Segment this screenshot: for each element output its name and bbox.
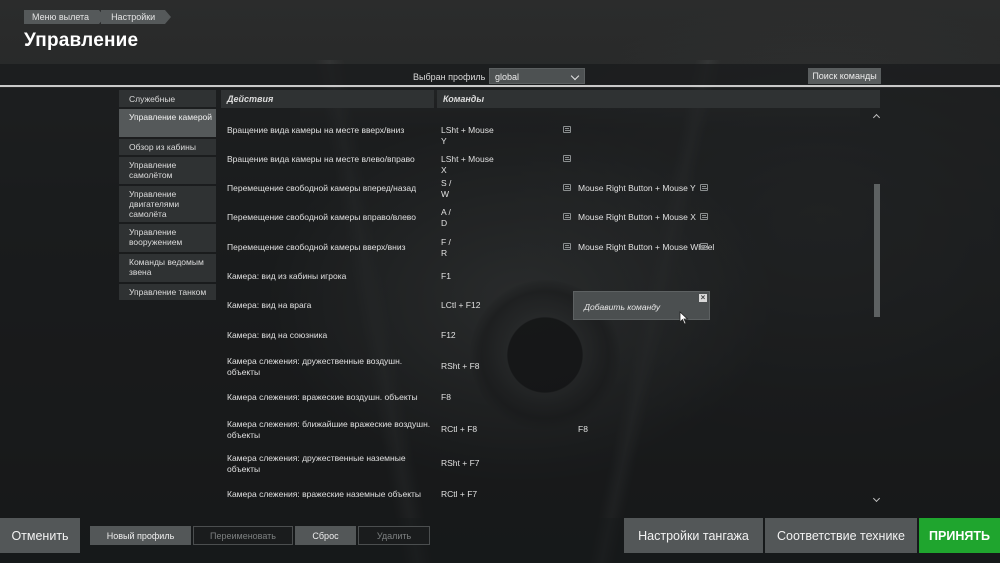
table-row-command[interactable]: RSht + F7 <box>441 458 501 469</box>
table-row-command[interactable]: F / R <box>441 237 455 259</box>
profile-select[interactable]: global <box>489 68 585 84</box>
table-scrollbar[interactable] <box>872 112 881 504</box>
table-row-command[interactable]: RCtl + F7 <box>441 489 501 500</box>
profile-bar-divider <box>0 85 1000 87</box>
add-command-label[interactable]: Добавить команду <box>584 302 660 312</box>
table-row-action[interactable]: Камера слежения: ближайшие вражеские воз… <box>227 419 432 441</box>
keyboard-icon[interactable] <box>563 126 571 133</box>
keyboard-icon[interactable] <box>563 155 571 162</box>
page-title: Управление <box>24 30 139 51</box>
table-row-command-secondary[interactable]: F8 <box>578 424 718 435</box>
profile-select-value: global <box>495 72 520 82</box>
table-row-command[interactable]: F1 <box>441 271 501 282</box>
table-row-action[interactable]: Камера слежения: вражеские воздушн. объе… <box>227 392 432 403</box>
table-row-command[interactable]: F8 <box>441 392 501 403</box>
add-command-popup[interactable]: Добавить команду × <box>573 291 710 320</box>
close-icon[interactable]: × <box>699 294 707 302</box>
scroll-down-icon[interactable] <box>872 494 881 503</box>
profile-bar: Выбран профиль global Поиск команды <box>0 64 1000 87</box>
table-row-command[interactable]: RSht + F8 <box>441 361 501 372</box>
table-row-action[interactable]: Вращение вида камеры на месте вверх/вниз <box>227 125 432 136</box>
table-row-command[interactable]: LSht + Mouse Y <box>441 125 501 147</box>
new-profile-button[interactable]: Новый профиль <box>90 526 191 545</box>
table-row-action[interactable]: Перемещение свободной камеры вверх/вниз <box>227 242 432 253</box>
table-row-command[interactable]: S / W <box>441 178 455 200</box>
sidebar-item-weapons-control[interactable]: Управление вооружением <box>119 224 216 252</box>
rename-button[interactable]: Переименовать <box>193 526 293 545</box>
breadcrumb-item-flight-menu[interactable]: Меню вылета <box>24 10 106 24</box>
mouse-cursor-icon <box>679 311 689 325</box>
profile-label: Выбран профиль <box>413 72 486 82</box>
table-row-command[interactable]: A / D <box>441 207 455 229</box>
sidebar-item-tank-control[interactable]: Управление танком <box>119 284 216 300</box>
reset-button[interactable]: Сброс <box>295 526 356 545</box>
scrollbar-thumb[interactable] <box>874 184 880 317</box>
sidebar-item-aircraft-control[interactable]: Управление самолётом <box>119 157 216 184</box>
delete-button[interactable]: Удалить <box>358 526 430 545</box>
table-row-action[interactable]: Камера слежения: вражеские наземные объе… <box>227 489 432 500</box>
column-header-commands: Команды <box>437 90 880 108</box>
keyboard-icon[interactable] <box>563 213 571 220</box>
keyboard-icon[interactable] <box>563 243 571 250</box>
pitch-settings-button[interactable]: Настройки тангажа <box>624 518 763 553</box>
table-row-action[interactable]: Перемещение свободной камеры вправо/влев… <box>227 212 432 223</box>
sidebar-item-camera-control[interactable]: Управление камерой <box>119 109 216 137</box>
chevron-down-icon <box>570 71 580 81</box>
search-command-button[interactable]: Поиск команды <box>808 68 881 84</box>
table-row-command[interactable]: F12 <box>441 330 501 341</box>
table-row-action[interactable]: Камера слежения: дружественные наземные … <box>227 453 432 475</box>
scroll-up-icon[interactable] <box>872 113 881 122</box>
table-row-command[interactable]: LCtl + F12 <box>441 300 501 311</box>
cancel-button[interactable]: Отменить <box>0 518 80 553</box>
table-row-command-secondary[interactable]: Mouse Right Button + Mouse X <box>578 212 718 223</box>
table-row-action[interactable]: Вращение вида камеры на месте влево/впра… <box>227 154 432 165</box>
sidebar-item-service[interactable]: Служебные <box>119 90 216 107</box>
table-row-action[interactable]: Камера: вид из кабины игрока <box>227 271 432 282</box>
sidebar-item-wingman-commands[interactable]: Команды ведомым звена <box>119 254 216 282</box>
table-row-action[interactable]: Камера: вид на врага <box>227 300 432 311</box>
table-row-action[interactable]: Камера: вид на союзника <box>227 330 432 341</box>
table-row-command-secondary[interactable]: Mouse Right Button + Mouse Y <box>578 183 718 194</box>
sidebar-item-cockpit-view[interactable]: Обзор из кабины <box>119 139 216 155</box>
table-row-command[interactable]: RCtl + F8 <box>441 424 501 435</box>
breadcrumb: Меню вылета Настройки <box>24 10 172 24</box>
match-vehicle-button[interactable]: Соответствие технике <box>765 518 917 553</box>
table-row-action[interactable]: Камера слежения: дружественные воздушн. … <box>227 356 432 378</box>
category-sidebar: Служебные Управление камерой Обзор из ка… <box>119 90 216 302</box>
accept-button[interactable]: ПРИНЯТЬ <box>919 518 1000 553</box>
mouse-icon[interactable] <box>700 243 708 250</box>
breadcrumb-item-settings[interactable]: Настройки <box>101 10 172 24</box>
table-row-command-secondary[interactable]: Mouse Right Button + Mouse Wheel <box>578 242 718 253</box>
keyboard-icon[interactable] <box>563 184 571 191</box>
sidebar-item-engine-control[interactable]: Управление двигателями самолёта <box>119 186 216 222</box>
mouse-icon[interactable] <box>700 213 708 220</box>
table-row-command[interactable]: LSht + Mouse X <box>441 154 501 176</box>
table-row-action[interactable]: Перемещение свободной камеры вперед/наза… <box>227 183 432 194</box>
column-header-actions: Действия <box>221 90 434 108</box>
mouse-icon[interactable] <box>700 184 708 191</box>
